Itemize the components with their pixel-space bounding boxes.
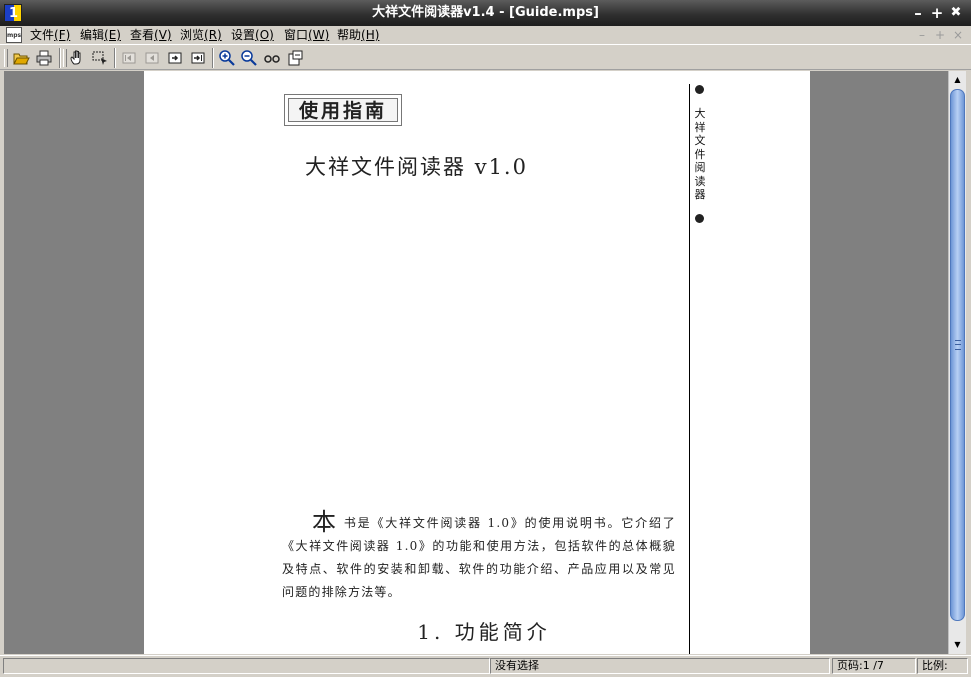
intro-paragraph-text: 书是《大祥文件阅读器 1.0》的使用说明书。它介绍了《大祥文件阅读器 1.0》的… [282, 516, 676, 599]
toolbar-grip[interactable] [4, 49, 8, 67]
zoom-out-icon[interactable] [239, 48, 259, 68]
toolbar-separator [212, 48, 214, 68]
menu-view-label: 查看 [130, 28, 155, 42]
mdi-maximize-button[interactable]: + [933, 26, 947, 44]
fit-page-icon[interactable] [285, 48, 305, 68]
title-bar[interactable]: 1 大祥文件阅读器v1.4 - [Guide.mps] – + ✖ [0, 0, 971, 26]
document-icon[interactable]: mps [6, 27, 22, 43]
menu-window-accel: (W) [308, 28, 330, 42]
scroll-up-button[interactable]: ▲ [949, 72, 966, 87]
status-panel-main [3, 658, 490, 674]
menu-file-label: 文件 [30, 28, 55, 42]
bullet-dot [695, 214, 704, 223]
open-folder-icon[interactable] [11, 48, 31, 68]
toolbar-grip[interactable] [63, 49, 67, 67]
next-page-icon[interactable] [165, 48, 185, 68]
toolbar-separator [114, 48, 116, 68]
menu-window[interactable]: 窗口(W) [283, 26, 330, 44]
guide-label: 使用指南 [288, 98, 398, 122]
document-page[interactable]: 使用指南 大祥文件阅读器 v1.0 本书是《大祥文件阅读器 1.0》的使用说明书… [144, 71, 810, 654]
actual-size-icon[interactable] [262, 48, 282, 68]
menu-help-label: 帮助 [337, 28, 362, 42]
select-tool-icon[interactable] [90, 48, 110, 68]
menu-edit-label: 编辑 [80, 28, 105, 42]
menu-browse-accel: (R) [204, 28, 222, 42]
scroll-thumb-grip [955, 340, 961, 350]
menu-file-accel: (F) [54, 28, 71, 42]
status-page-number: 页码:1 /7 [832, 658, 916, 674]
toolbar-separator [59, 48, 61, 68]
scroll-thumb[interactable] [950, 89, 965, 621]
print-icon[interactable] [34, 48, 54, 68]
menu-help[interactable]: 帮助(H) [336, 26, 380, 44]
scroll-down-button[interactable]: ▼ [949, 637, 966, 652]
menu-settings[interactable]: 设置(O) [230, 26, 275, 44]
last-page-icon[interactable] [188, 48, 208, 68]
guide-label-box: 使用指南 [284, 94, 402, 126]
intro-paragraph: 本书是《大祥文件阅读器 1.0》的使用说明书。它介绍了《大祥文件阅读器 1.0》… [282, 499, 676, 604]
menu-browse[interactable]: 浏览(R) [179, 26, 223, 44]
menu-bar: mps 文件(F) 编辑(E) 查看(V) 浏览(R) 设置(O) 窗口(W) … [0, 26, 971, 44]
status-zoom: 比例: [917, 658, 968, 674]
menu-browse-label: 浏览 [180, 28, 205, 42]
vertical-scrollbar[interactable]: ▲ ▼ [948, 71, 966, 654]
menu-view[interactable]: 查看(V) [129, 26, 173, 44]
status-bar: 没有选择 页码:1 /7 比例: [0, 655, 971, 677]
side-margin-title: 大祥文件阅读器 [694, 107, 706, 201]
menu-window-label: 窗口 [284, 28, 309, 42]
bullet-dot [695, 85, 704, 94]
document-title: 大祥文件阅读器 v1.0 [305, 155, 528, 179]
menu-view-accel: (V) [154, 28, 172, 42]
mdi-close-button[interactable]: × [951, 26, 965, 44]
menu-help-accel: (H) [361, 28, 380, 42]
hand-tool-icon[interactable] [68, 48, 88, 68]
zoom-in-icon[interactable] [217, 48, 237, 68]
menu-edit[interactable]: 编辑(E) [79, 26, 122, 44]
section-heading: 1. 功能简介 [417, 620, 551, 644]
prev-page-icon[interactable] [142, 48, 162, 68]
drop-cap: 本 [312, 508, 338, 536]
close-button[interactable]: ✖ [948, 5, 964, 21]
document-viewport[interactable]: 使用指南 大祥文件阅读器 v1.0 本书是《大祥文件阅读器 1.0》的使用说明书… [4, 71, 948, 654]
window-title: 大祥文件阅读器v1.4 - [Guide.mps] [372, 5, 599, 20]
menu-settings-label: 设置 [231, 28, 256, 42]
minimize-button[interactable]: – [910, 5, 926, 21]
side-rule-line [689, 84, 690, 654]
menu-file[interactable]: 文件(F) [29, 26, 71, 44]
toolbar [0, 44, 971, 70]
mdi-minimize-button[interactable]: – [915, 26, 929, 44]
first-page-icon[interactable] [119, 48, 139, 68]
menu-edit-accel: (E) [104, 28, 121, 42]
maximize-button[interactable]: + [929, 5, 945, 21]
window-frame-right [966, 70, 971, 655]
status-selection: 没有选择 [490, 658, 830, 674]
menu-settings-accel: (O) [255, 28, 274, 42]
